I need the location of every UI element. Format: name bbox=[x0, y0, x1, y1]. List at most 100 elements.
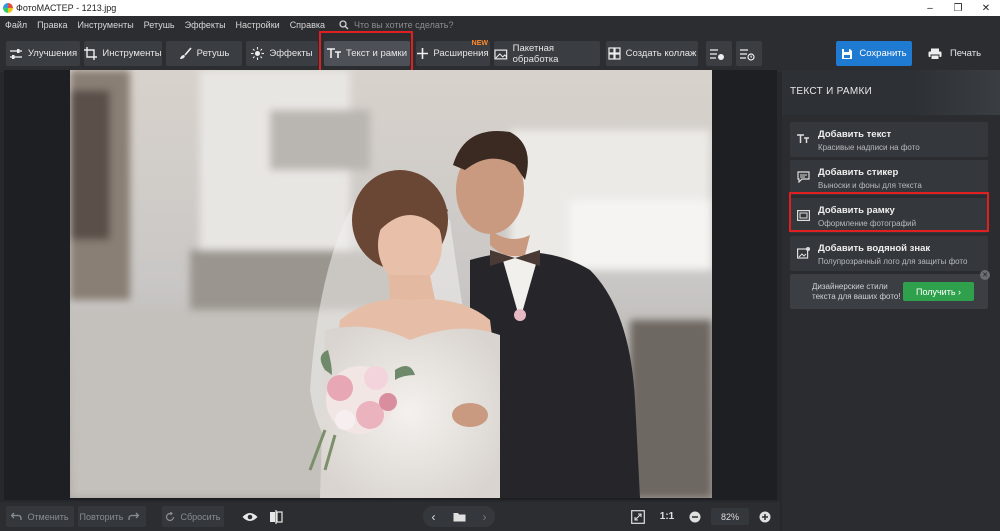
bottom-bar: Отменить Повторить Сбросить ‹ › 1:1 82% bbox=[0, 502, 780, 531]
tab-label: Текст и рамки bbox=[345, 48, 408, 59]
eye-icon[interactable] bbox=[240, 506, 260, 527]
text-icon bbox=[796, 132, 810, 146]
sticker-icon bbox=[796, 170, 810, 184]
tab-label: Улучшения bbox=[27, 48, 78, 59]
promo-banner: Дизайнерские стили текста для ваших фото… bbox=[790, 270, 990, 309]
title-bar: ФотоМАСТЕР - 1213.jpg – ❐ ✕ bbox=[0, 0, 1000, 16]
minimize-icon[interactable]: – bbox=[916, 0, 944, 16]
item-title: Добавить водяной знак bbox=[818, 243, 931, 254]
zoom-level[interactable]: 82% bbox=[711, 508, 749, 525]
add-sticker-item[interactable]: Добавить стикер Выноски и фоны для текст… bbox=[790, 160, 988, 195]
undo-label: Отменить bbox=[27, 511, 69, 522]
panel-header: ТЕКСТ И РАМКИ bbox=[782, 70, 1000, 115]
tab-batch-processing[interactable]: Пакетная обработка bbox=[494, 41, 600, 66]
menu-retouch[interactable]: Ретушь bbox=[144, 20, 175, 30]
item-title: Добавить текст bbox=[818, 129, 892, 140]
frame-icon bbox=[796, 208, 810, 222]
watermark-icon bbox=[796, 246, 810, 260]
print-button[interactable]: Печать bbox=[917, 41, 992, 66]
tab-label: Пакетная обработка bbox=[512, 42, 559, 65]
search-placeholder: Что вы хотите сделать? bbox=[354, 20, 454, 30]
plus-icon bbox=[417, 48, 429, 59]
tab-tools[interactable]: Инструменты bbox=[84, 41, 162, 66]
tab-label: Расширения bbox=[433, 48, 489, 59]
tab-extensions[interactable]: NEW Расширения bbox=[416, 40, 490, 66]
tab-label: Эффекты bbox=[269, 48, 313, 59]
main-toolbar: Улучшения Инструменты Ретушь Эффекты Тек… bbox=[0, 34, 1000, 72]
sparkle-icon bbox=[251, 47, 265, 60]
maximize-icon[interactable]: ❐ bbox=[944, 0, 972, 16]
text-and-frames-panel: ТЕКСТ И РАМКИ Добавить текст Красивые на… bbox=[782, 70, 1000, 531]
menu-settings[interactable]: Настройки bbox=[236, 20, 280, 30]
item-subtitle: Красивые надписи на фото bbox=[818, 143, 920, 152]
new-badge: NEW bbox=[471, 40, 488, 47]
menu-tools[interactable]: Инструменты bbox=[78, 20, 134, 30]
panel-title: ТЕКСТ И РАМКИ bbox=[790, 86, 873, 97]
menu-file[interactable]: Файл bbox=[5, 20, 27, 30]
menu-bar: Файл Правка Инструменты Ретушь Эффекты Н… bbox=[0, 16, 1000, 34]
close-icon[interactable]: ✕ bbox=[980, 270, 990, 280]
promo-text: Дизайнерские стили текста для ваших фото… bbox=[812, 282, 901, 302]
item-subtitle: Выноски и фоны для текста bbox=[818, 181, 922, 190]
add-text-item[interactable]: Добавить текст Красивые надписи на фото bbox=[790, 122, 988, 157]
add-frame-item[interactable]: Добавить рамку Оформление фотографий bbox=[790, 198, 988, 233]
zoom-1to1-button[interactable]: 1:1 bbox=[655, 506, 679, 527]
wedding-photo[interactable] bbox=[70, 70, 712, 498]
collage-icon bbox=[607, 47, 621, 60]
brush-icon bbox=[179, 47, 192, 59]
zoom-in-icon[interactable] bbox=[756, 506, 774, 527]
settings-list-icon bbox=[709, 48, 724, 60]
photo-image bbox=[70, 70, 712, 498]
redo-icon bbox=[128, 512, 140, 520]
promo-text-line1: Дизайнерские стили bbox=[812, 282, 888, 291]
reset-icon bbox=[166, 511, 175, 521]
zoom-out-icon[interactable] bbox=[686, 506, 704, 527]
print-label: Печать bbox=[949, 48, 982, 59]
canvas-area bbox=[4, 70, 777, 500]
undo-button[interactable]: Отменить bbox=[6, 506, 74, 527]
crop-icon bbox=[84, 47, 98, 60]
get-styles-button[interactable]: Получить › bbox=[903, 282, 974, 301]
printer-icon bbox=[928, 48, 942, 60]
redo-button[interactable]: Повторить bbox=[78, 506, 146, 527]
menu-help[interactable]: Справка bbox=[290, 20, 325, 30]
compare-settings-button[interactable] bbox=[706, 41, 732, 66]
image-navigation: ‹ › bbox=[423, 506, 495, 527]
tab-enhancements[interactable]: Улучшения bbox=[6, 41, 80, 66]
tab-retouch[interactable]: Ретушь bbox=[166, 41, 242, 66]
tab-effects[interactable]: Эффекты bbox=[246, 41, 318, 66]
fit-screen-icon[interactable] bbox=[628, 506, 648, 527]
window-controls: – ❐ ✕ bbox=[916, 0, 1000, 16]
promo-text-line2: текста для ваших фото! bbox=[812, 292, 901, 301]
item-title: Добавить стикер bbox=[818, 167, 899, 178]
menu-edit[interactable]: Правка bbox=[37, 20, 67, 30]
menu-effects[interactable]: Эффекты bbox=[185, 20, 226, 30]
floppy-icon bbox=[842, 48, 853, 59]
tab-label: Ретушь bbox=[196, 48, 230, 59]
menu-search[interactable]: Что вы хотите сделать? bbox=[339, 20, 454, 30]
search-icon bbox=[339, 20, 349, 30]
undo-icon bbox=[11, 512, 23, 520]
add-watermark-item[interactable]: Добавить водяной знак Полупрозрачный лог… bbox=[790, 236, 988, 271]
item-title: Добавить рамку bbox=[818, 205, 895, 216]
app-logo-icon bbox=[3, 3, 13, 13]
reset-button[interactable]: Сбросить bbox=[162, 506, 224, 527]
next-image-icon[interactable]: › bbox=[483, 510, 487, 524]
compare-icon[interactable] bbox=[266, 506, 286, 527]
close-icon[interactable]: ✕ bbox=[972, 0, 1000, 16]
redo-label: Повторить bbox=[79, 511, 124, 522]
tab-label: Инструменты bbox=[102, 48, 162, 59]
tab-create-collage[interactable]: Создать коллаж bbox=[606, 41, 698, 66]
history-settings-button[interactable] bbox=[736, 41, 762, 66]
prev-image-icon[interactable]: ‹ bbox=[432, 510, 436, 524]
reset-label: Сбросить bbox=[180, 511, 221, 522]
item-subtitle: Полупрозрачный лого для защиты фото bbox=[818, 257, 968, 266]
item-subtitle: Оформление фотографий bbox=[818, 219, 917, 228]
tab-text-and-frames[interactable]: Текст и рамки bbox=[324, 41, 410, 66]
window-title: ФотоМАСТЕР - 1213.jpg bbox=[16, 3, 117, 13]
text-icon bbox=[326, 48, 341, 58]
save-button[interactable]: Сохранить bbox=[836, 41, 912, 66]
folder-icon[interactable] bbox=[453, 512, 466, 522]
tab-label: Создать коллаж bbox=[625, 48, 697, 59]
images-icon bbox=[494, 49, 508, 59]
